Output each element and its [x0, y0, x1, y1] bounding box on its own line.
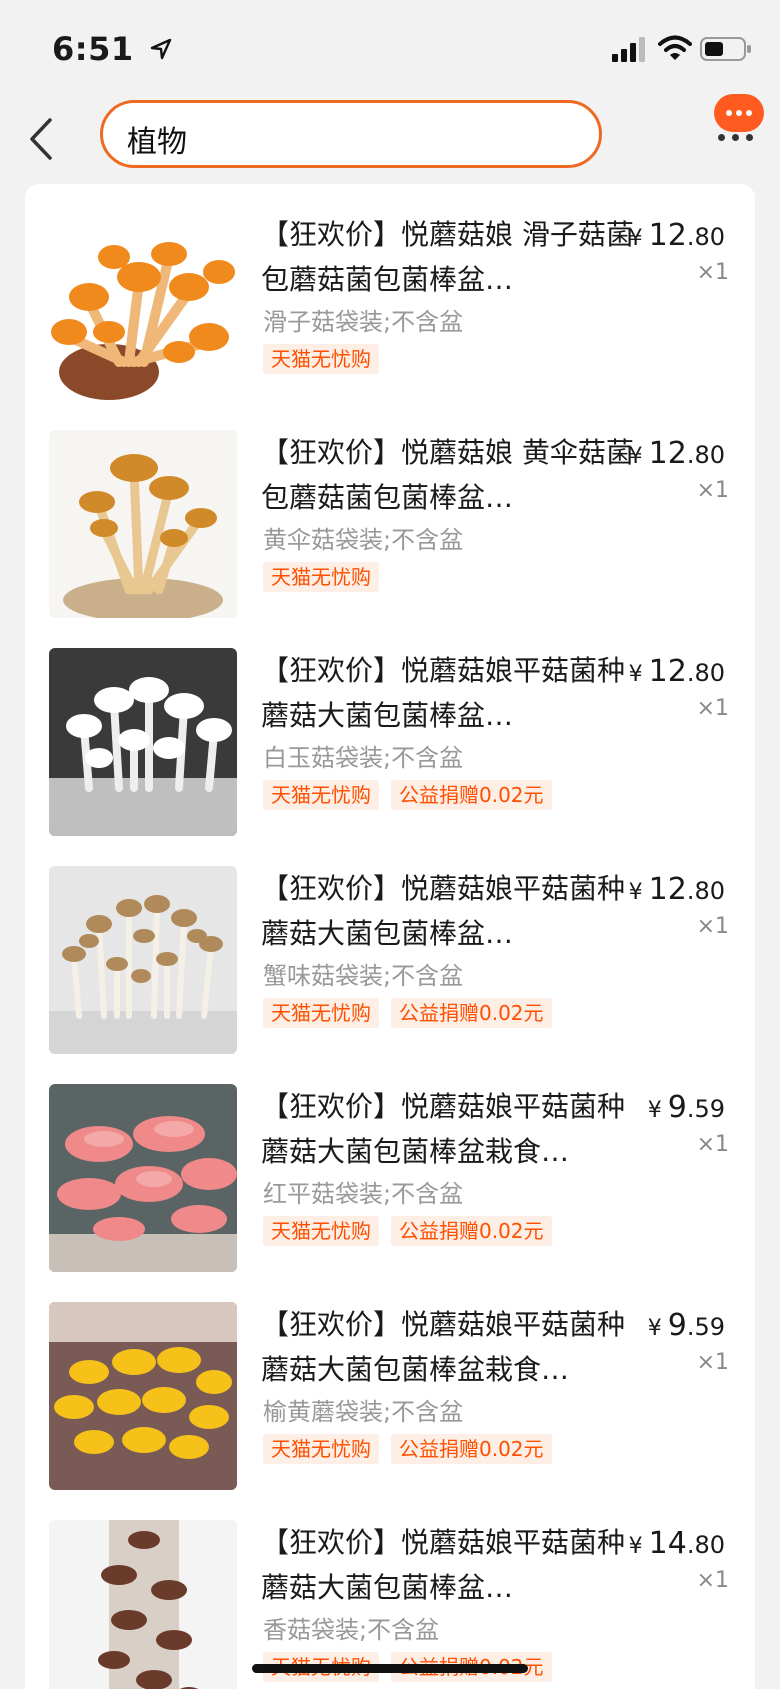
product-tags: 天猫无忧购公益捐赠0.02元 — [263, 780, 564, 810]
battery-icon — [700, 37, 751, 61]
product-image-white-mushroom[interactable] — [49, 648, 237, 836]
list-item[interactable]: 【狂欢价】悦蘑菇娘平菇菌种蘑菇大菌包菌棒盆栽食… 榆黄蘑袋装;不含盆 天猫无忧购… — [25, 1274, 755, 1492]
tag-tmall-worry-free: 天猫无忧购 — [263, 1216, 379, 1246]
home-indicator[interactable] — [252, 1664, 528, 1673]
product-image-shiitake-mushroom[interactable] — [49, 1520, 237, 1689]
product-title[interactable]: 【狂欢价】悦蘑菇娘平菇菌种蘑菇大菌包菌棒盆… — [261, 866, 636, 956]
product-tags: 天猫无忧购公益捐赠0.02元 — [263, 998, 564, 1028]
product-price: ¥12.80 — [628, 436, 725, 471]
product-quantity: ×1 — [696, 914, 729, 939]
status-time: 6:51 — [52, 30, 134, 68]
wifi-icon — [658, 35, 692, 60]
product-title[interactable]: 【狂欢价】悦蘑菇娘 滑子菇菌包蘑菇菌包菌棒盆… — [261, 212, 636, 302]
tag-tmall-worry-free: 天猫无忧购 — [263, 344, 379, 374]
tag-tmall-worry-free: 天猫无忧购 — [263, 1434, 379, 1464]
tag-tmall-worry-free: 天猫无忧购 — [263, 998, 379, 1028]
product-price: ¥9.59 — [647, 1308, 725, 1343]
product-title[interactable]: 【狂欢价】悦蘑菇娘平菇菌种蘑菇大菌包菌棒盆栽食… — [261, 1302, 636, 1392]
product-spec: 香菇袋装;不含盆 — [263, 1616, 440, 1644]
product-quantity: ×1 — [696, 1568, 729, 1593]
tag-charity-donation: 公益捐赠0.02元 — [391, 998, 552, 1028]
list-item[interactable]: 【狂欢价】悦蘑菇娘平菇菌种蘑菇大菌包菌棒盆… 蟹味菇袋装;不含盆 天猫无忧购 公益… — [25, 838, 755, 1056]
search-query-text: 植物 — [127, 125, 187, 160]
product-image-pink-mushroom[interactable] — [49, 1084, 237, 1272]
product-image-orange-mushroom[interactable] — [49, 212, 237, 400]
product-spec: 榆黄蘑袋装;不含盆 — [263, 1398, 464, 1426]
cellular-signal-icon — [612, 37, 645, 62]
list-item[interactable]: 【狂欢价】悦蘑菇娘 滑子菇菌包蘑菇菌包菌棒盆… 滑子菇袋装;不含盆 天猫无忧购 … — [25, 184, 755, 402]
product-tags: 天猫无忧购 — [263, 562, 391, 592]
list-item[interactable]: 【狂欢价】悦蘑菇娘平菇菌种蘑菇大菌包菌棒盆… 白玉菇袋装;不含盆 天猫无忧购 公益… — [25, 620, 755, 838]
product-tags: 天猫无忧购公益捐赠0.02元 — [263, 1434, 564, 1464]
product-quantity: ×1 — [696, 1350, 729, 1375]
tag-charity-donation: 公益捐赠0.02元 — [391, 780, 552, 810]
product-price: ¥9.59 — [647, 1090, 725, 1125]
product-price: ¥14.80 — [628, 1526, 725, 1561]
product-quantity: ×1 — [696, 696, 729, 721]
product-title[interactable]: 【狂欢价】悦蘑菇娘 黄伞菇菌包蘑菇菌包菌棒盆… — [261, 430, 636, 520]
product-quantity: ×1 — [696, 478, 729, 503]
product-quantity: ×1 — [696, 260, 729, 285]
tag-tmall-worry-free: 天猫无忧购 — [263, 780, 379, 810]
product-image-golden-mushroom[interactable] — [49, 430, 237, 618]
product-title[interactable]: 【狂欢价】悦蘑菇娘平菇菌种蘑菇大菌包菌棒盆栽食… — [261, 1084, 636, 1174]
message-bubble-icon[interactable] — [714, 94, 764, 132]
tag-charity-donation: 公益捐赠0.02元 — [391, 1434, 552, 1464]
product-title[interactable]: 【狂欢价】悦蘑菇娘平菇菌种蘑菇大菌包菌棒盆… — [261, 1520, 636, 1610]
product-spec: 白玉菇袋装;不含盆 — [263, 744, 464, 772]
product-tags: 天猫无忧购 — [263, 344, 391, 374]
product-title[interactable]: 【狂欢价】悦蘑菇娘平菇菌种蘑菇大菌包菌棒盆… — [261, 648, 636, 738]
back-arrow-icon[interactable] — [26, 114, 56, 164]
list-item[interactable]: 【狂欢价】悦蘑菇娘平菇菌种蘑菇大菌包菌棒盆栽食… 红平菇袋装;不含盆 天猫无忧购… — [25, 1056, 755, 1274]
tag-charity-donation: 公益捐赠0.02元 — [391, 1216, 552, 1246]
search-header: 植物 — [0, 94, 780, 184]
product-tags: 天猫无忧购公益捐赠0.02元 — [263, 1216, 564, 1246]
search-input[interactable]: 植物 — [100, 100, 602, 168]
location-arrow-icon — [150, 38, 172, 60]
list-item[interactable]: 【狂欢价】悦蘑菇娘 黄伞菇菌包蘑菇菌包菌棒盆… 黄伞菇袋装;不含盆 天猫无忧购 … — [25, 402, 755, 620]
product-price: ¥12.80 — [628, 872, 725, 907]
status-bar: 6:51 — [0, 0, 780, 96]
product-spec: 蟹味菇袋装;不含盆 — [263, 962, 464, 990]
product-price: ¥12.80 — [628, 218, 725, 253]
product-quantity: ×1 — [696, 1132, 729, 1157]
product-image-yellow-mushroom[interactable] — [49, 1302, 237, 1490]
list-item[interactable]: 【狂欢价】悦蘑菇娘平菇菌种蘑菇大菌包菌棒盆… 香菇袋装;不含盆 天猫无忧购公益捐… — [25, 1492, 755, 1689]
product-list: 【狂欢价】悦蘑菇娘 滑子菇菌包蘑菇菌包菌棒盆… 滑子菇袋装;不含盆 天猫无忧购 … — [25, 184, 755, 1689]
tag-tmall-worry-free: 天猫无忧购 — [263, 562, 379, 592]
more-options-icon[interactable] — [716, 134, 756, 144]
product-spec: 红平菇袋装;不含盆 — [263, 1180, 464, 1208]
product-image-crab-mushroom[interactable] — [49, 866, 237, 1054]
product-spec: 黄伞菇袋装;不含盆 — [263, 526, 464, 554]
product-price: ¥12.80 — [628, 654, 725, 689]
product-spec: 滑子菇袋装;不含盆 — [263, 308, 464, 336]
